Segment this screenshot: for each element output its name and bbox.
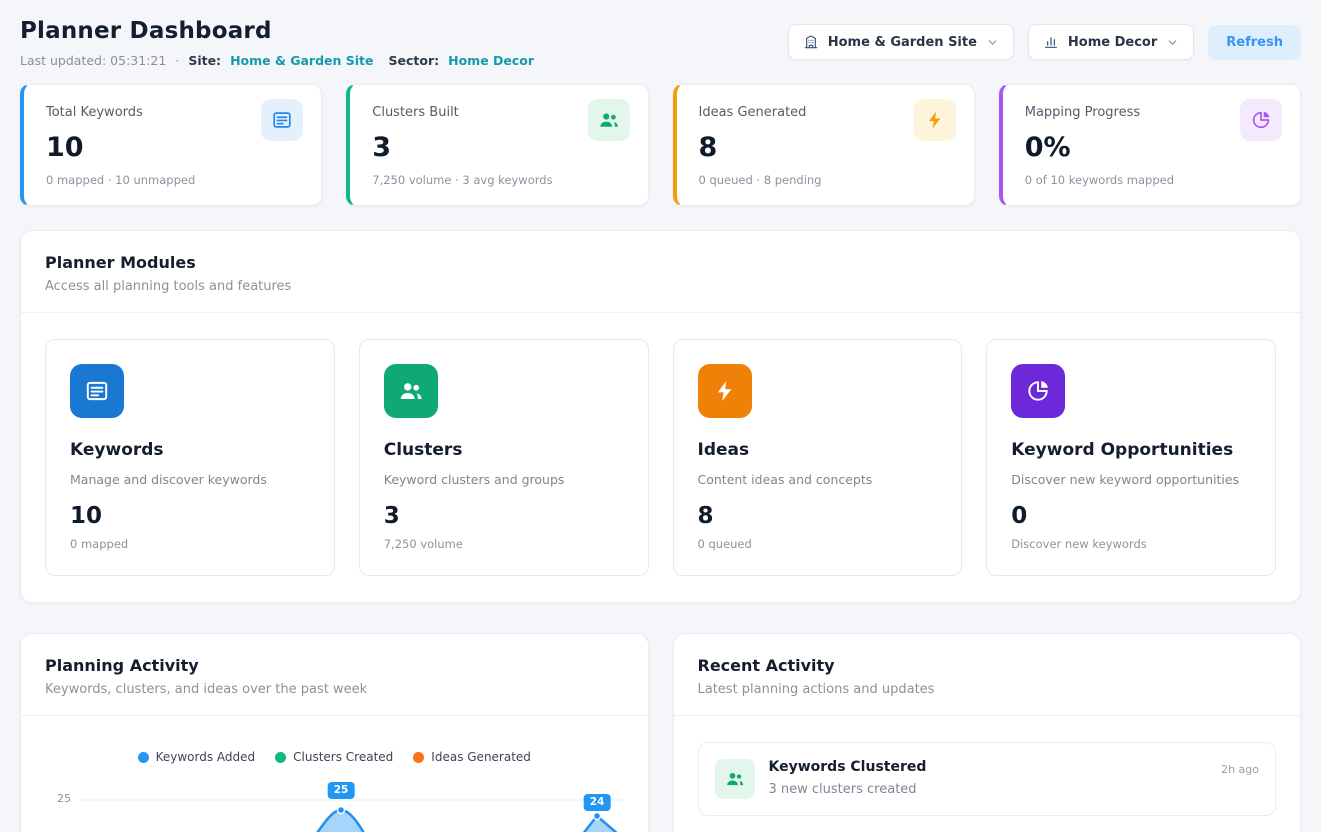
stat-value: 3 <box>372 132 625 164</box>
module-card-ideas[interactable]: Ideas Content ideas and concepts 8 0 que… <box>673 339 963 576</box>
recent-activity-panel: Recent Activity Latest planning actions … <box>673 633 1302 832</box>
pie-chart-icon <box>1011 364 1065 418</box>
legend-label: Keywords Added <box>156 750 256 764</box>
activity-title: Keywords Clustered <box>769 759 927 775</box>
recent-activity-header: Recent Activity Latest planning actions … <box>674 634 1301 716</box>
page-title: Planner Dashboard <box>20 18 534 44</box>
module-detail: Discover new keywords <box>1011 537 1251 551</box>
header-controls: Home & Garden Site Home Decor Refresh <box>788 24 1301 60</box>
module-value: 3 <box>384 503 624 529</box>
people-icon <box>715 759 755 799</box>
stat-value: 0% <box>1025 132 1278 164</box>
planner-modules-panel: Planner Modules Access all planning tool… <box>20 230 1301 603</box>
building-icon <box>803 34 819 50</box>
stat-card-mapping-progress: Mapping Progress 0% 0 of 10 keywords map… <box>999 84 1301 206</box>
page-header: Planner Dashboard Last updated: 05:31:21… <box>20 18 1301 68</box>
legend-label: Clusters Created <box>293 750 393 764</box>
lightning-icon <box>698 364 752 418</box>
modules-grid: Keywords Manage and discover keywords 10… <box>21 313 1300 602</box>
activity-item-body: Keywords Clustered 3 new clusters create… <box>769 759 927 797</box>
stat-card-clusters-built: Clusters Built 3 7,250 volume · 3 avg ke… <box>346 84 648 206</box>
bar-chart-icon <box>1043 34 1059 50</box>
refresh-button[interactable]: Refresh <box>1208 25 1301 60</box>
activity-description: 3 new clusters created <box>769 782 927 797</box>
chevron-down-icon <box>1166 36 1179 49</box>
site-link[interactable]: Home & Garden Site <box>230 53 373 68</box>
stat-card-ideas-generated: Ideas Generated 8 0 queued · 8 pending <box>673 84 975 206</box>
bottom-row: Planning Activity Keywords, clusters, an… <box>20 633 1301 832</box>
module-card-keyword-opportunities[interactable]: Keyword Opportunities Discover new keywo… <box>986 339 1276 576</box>
module-description: Keyword clusters and groups <box>384 472 624 487</box>
stat-card-total-keywords: Total Keywords 10 0 mapped · 10 unmapped <box>20 84 322 206</box>
module-description: Content ideas and concepts <box>698 472 938 487</box>
module-card-clusters[interactable]: Clusters Keyword clusters and groups 3 7… <box>359 339 649 576</box>
document-lines-icon <box>261 99 303 141</box>
planning-activity-subtitle: Keywords, clusters, and ideas over the p… <box>45 682 624 697</box>
module-detail: 0 mapped <box>70 537 310 551</box>
module-detail: 7,250 volume <box>384 537 624 551</box>
stat-value: 10 <box>46 132 299 164</box>
module-value: 10 <box>70 503 310 529</box>
last-updated-text: Last updated: 05:31:21 <box>20 53 166 68</box>
activity-item-keywords-clustered: Keywords Clustered 3 new clusters create… <box>698 742 1277 816</box>
stat-value: 8 <box>699 132 952 164</box>
modules-panel-title: Planner Modules <box>45 253 1276 272</box>
module-value: 8 <box>698 503 938 529</box>
stat-detail: 0 of 10 keywords mapped <box>1025 173 1278 187</box>
pie-chart-icon <box>1240 99 1282 141</box>
module-value: 0 <box>1011 503 1251 529</box>
document-lines-icon <box>70 364 124 418</box>
people-icon <box>588 99 630 141</box>
stat-detail: 0 mapped · 10 unmapped <box>46 173 299 187</box>
legend-dot <box>413 752 424 763</box>
recent-activity-subtitle: Latest planning actions and updates <box>698 682 1277 697</box>
legend-item-clusters-created[interactable]: Clusters Created <box>275 750 393 764</box>
data-point-label: 24 <box>584 794 611 811</box>
legend-item-keywords-added[interactable]: Keywords Added <box>138 750 256 764</box>
sector-label: Sector: <box>389 53 440 68</box>
recent-activity-list: Keywords Clustered 3 new clusters create… <box>674 716 1301 832</box>
activity-timestamp: 2h ago <box>1221 759 1259 776</box>
modules-panel-subtitle: Access all planning tools and features <box>45 279 1276 294</box>
module-detail: 0 queued <box>698 537 938 551</box>
header-left: Planner Dashboard Last updated: 05:31:21… <box>20 18 534 68</box>
planning-activity-header: Planning Activity Keywords, clusters, an… <box>21 634 648 716</box>
planning-activity-title: Planning Activity <box>45 656 624 675</box>
modules-panel-header: Planner Modules Access all planning tool… <box>21 231 1300 313</box>
module-card-keywords[interactable]: Keywords Manage and discover keywords 10… <box>45 339 335 576</box>
recent-activity-title: Recent Activity <box>698 656 1277 675</box>
module-description: Discover new keyword opportunities <box>1011 472 1251 487</box>
legend-label: Ideas Generated <box>431 750 531 764</box>
module-title: Clusters <box>384 440 624 460</box>
people-icon <box>384 364 438 418</box>
legend-dot <box>138 752 149 763</box>
chevron-down-icon <box>986 36 999 49</box>
stat-detail: 7,250 volume · 3 avg keywords <box>372 173 625 187</box>
page-meta: Last updated: 05:31:21 · Site: Home & Ga… <box>20 53 534 68</box>
planner-dashboard-page: Planner Dashboard Last updated: 05:31:21… <box>0 0 1321 832</box>
meta-separator: · <box>175 53 179 68</box>
legend-dot <box>275 752 286 763</box>
stat-detail: 0 queued · 8 pending <box>699 173 952 187</box>
chart-plot-area: 25 25 24 <box>45 776 624 832</box>
planning-activity-chart: Keywords Added Clusters Created Ideas Ge… <box>21 716 648 832</box>
lightning-icon <box>914 99 956 141</box>
sector-selector-dropdown[interactable]: Home Decor <box>1028 24 1194 60</box>
sector-selector-label: Home Decor <box>1068 35 1157 50</box>
module-title: Keywords <box>70 440 310 460</box>
module-title: Ideas <box>698 440 938 460</box>
planning-activity-panel: Planning Activity Keywords, clusters, an… <box>20 633 649 832</box>
module-description: Manage and discover keywords <box>70 472 310 487</box>
chart-legend: Keywords Added Clusters Created Ideas Ge… <box>45 750 624 764</box>
site-label: Site: <box>188 53 221 68</box>
sector-link[interactable]: Home Decor <box>448 53 534 68</box>
site-selector-dropdown[interactable]: Home & Garden Site <box>788 24 1014 60</box>
site-selector-label: Home & Garden Site <box>828 35 977 50</box>
module-title: Keyword Opportunities <box>1011 440 1251 460</box>
data-point-label: 25 <box>328 782 355 799</box>
stats-row: Total Keywords 10 0 mapped · 10 unmapped… <box>20 84 1301 206</box>
legend-item-ideas-generated[interactable]: Ideas Generated <box>413 750 531 764</box>
